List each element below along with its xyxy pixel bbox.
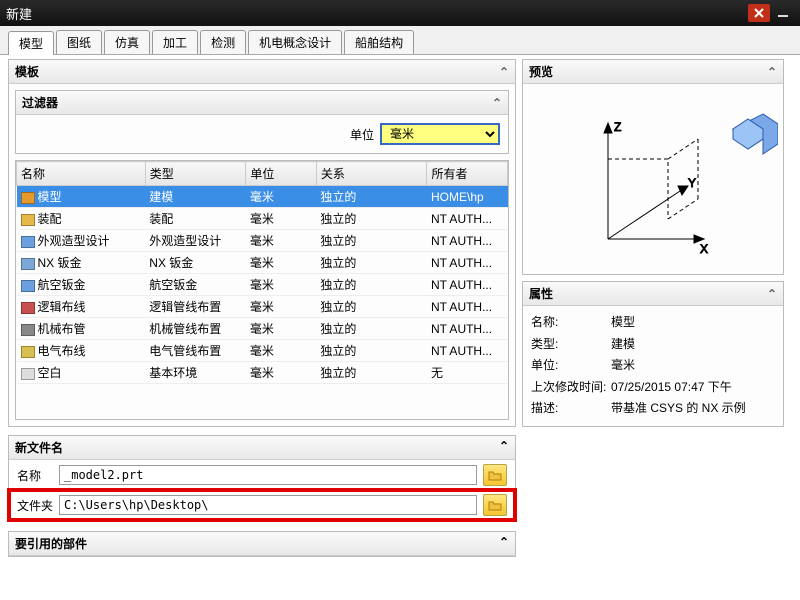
column-header[interactable]: 类型 <box>145 162 246 186</box>
table-row[interactable]: 逻辑布线逻辑管线布置毫米独立的NT AUTH... <box>17 296 508 318</box>
tab-strip: 模型图纸仿真加工检测机电概念设计船舶结构 <box>0 26 800 55</box>
column-header[interactable]: 名称 <box>17 162 146 186</box>
file-icon <box>21 346 35 358</box>
tab-0[interactable]: 模型 <box>8 31 54 55</box>
filter-box: 过滤器 ⌃ 单位 毫米 <box>15 90 509 154</box>
template-table: 名称类型单位关系所有者 模型建模毫米独立的HOME\hp装配装配毫米独立的NT … <box>15 160 509 420</box>
file-icon <box>21 236 35 248</box>
properties-title: 属性 <box>529 285 553 302</box>
table-row[interactable]: 外观造型设计外观造型设计毫米独立的NT AUTH... <box>17 230 508 252</box>
column-header[interactable]: 所有者 <box>427 162 508 186</box>
file-icon <box>21 368 35 380</box>
tab-3[interactable]: 加工 <box>152 30 198 54</box>
folder-label: 文件夹 <box>17 497 53 514</box>
file-icon <box>21 324 35 336</box>
cube-icon <box>733 114 778 154</box>
tab-5[interactable]: 机电概念设计 <box>248 30 342 54</box>
titlebar: 新建 <box>0 0 800 26</box>
close-icon[interactable] <box>748 4 770 22</box>
filter-unit-label: 单位 <box>350 126 374 143</box>
table-row[interactable]: 模型建模毫米独立的HOME\hp <box>17 186 508 208</box>
collapse-icon[interactable]: ⌃ <box>499 65 509 79</box>
filter-title: 过滤器 <box>22 94 58 111</box>
svg-text:Y: Y <box>688 176 696 190</box>
svg-text:Z: Z <box>614 120 621 134</box>
property-row: 类型:建模 <box>531 334 775 356</box>
reference-title: 要引用的部件 <box>15 535 87 552</box>
browse-folder-button[interactable] <box>483 494 507 516</box>
file-icon <box>21 192 35 204</box>
collapse-icon[interactable]: ⌃ <box>499 439 509 456</box>
tab-6[interactable]: 船舶结构 <box>344 30 414 54</box>
window-title: 新建 <box>6 4 32 23</box>
template-panel-title: 模板 <box>15 63 39 80</box>
template-panel: 模板 ⌃ 过滤器 ⌃ 单位 毫米 名称类型单位关系所有者 <box>8 59 516 427</box>
table-row[interactable]: 装配装配毫米独立的NT AUTH... <box>17 208 508 230</box>
file-icon <box>21 258 35 270</box>
collapse-icon[interactable]: ⌃ <box>767 65 777 79</box>
new-file-panel: 新文件名 ⌃ 名称 文件夹 <box>8 435 516 521</box>
new-file-title: 新文件名 <box>15 439 63 456</box>
axes-icon: Z X Y <box>528 89 778 269</box>
name-input[interactable] <box>59 465 477 485</box>
window-controls <box>748 4 794 22</box>
svg-text:X: X <box>700 242 708 256</box>
tab-1[interactable]: 图纸 <box>56 30 102 54</box>
unit-select[interactable]: 毫米 <box>380 123 500 145</box>
file-icon <box>21 302 35 314</box>
tab-2[interactable]: 仿真 <box>104 30 150 54</box>
folder-input[interactable] <box>59 495 477 515</box>
file-icon <box>21 280 35 292</box>
table-row[interactable]: 航空钣金航空钣金毫米独立的NT AUTH... <box>17 274 508 296</box>
collapse-icon[interactable]: ⌃ <box>492 96 502 110</box>
table-row[interactable]: 机械布管机械管线布置毫米独立的NT AUTH... <box>17 318 508 340</box>
property-row: 上次修改时间:07/25/2015 07:47 下午 <box>531 377 775 399</box>
table-row[interactable]: 电气布线电气管线布置毫米独立的NT AUTH... <box>17 340 508 362</box>
name-label: 名称 <box>17 467 53 484</box>
minimize-icon[interactable] <box>772 4 794 22</box>
preview-panel: 预览 ⌃ Z X Y <box>522 59 784 275</box>
property-row: 名称:模型 <box>531 312 775 334</box>
table-row[interactable]: 空白基本环境毫米独立的无 <box>17 362 508 384</box>
table-row[interactable]: NX 钣金NX 钣金毫米独立的NT AUTH... <box>17 252 508 274</box>
browse-name-button[interactable] <box>483 464 507 486</box>
file-icon <box>21 214 35 226</box>
column-header[interactable]: 单位 <box>246 162 316 186</box>
properties-panel: 属性 ⌃ 名称:模型类型:建模单位:毫米上次修改时间:07/25/2015 07… <box>522 281 784 427</box>
tab-4[interactable]: 检测 <box>200 30 246 54</box>
collapse-icon[interactable]: ⌃ <box>767 287 777 301</box>
collapse-icon[interactable]: ⌃ <box>499 535 509 552</box>
preview-title: 预览 <box>529 63 553 80</box>
property-row: 单位:毫米 <box>531 355 775 377</box>
property-row: 描述:带基准 CSYS 的 NX 示例 <box>531 398 775 420</box>
column-header[interactable]: 关系 <box>316 162 427 186</box>
reference-panel: 要引用的部件 ⌃ <box>8 531 516 557</box>
